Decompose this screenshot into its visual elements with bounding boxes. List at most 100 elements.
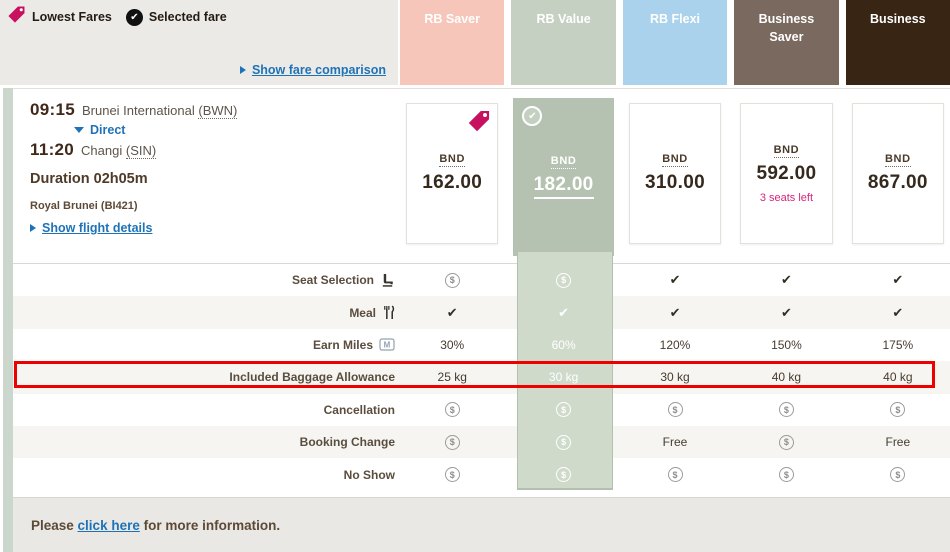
meal-icon xyxy=(382,305,395,320)
left-accent-strip xyxy=(3,88,13,552)
fare-comparison-table: Seat Selection$$✔✔✔Meal✔✔✔✔✔Earn MilesM3… xyxy=(13,263,950,491)
cell-meal-rb-value: ✔ xyxy=(511,296,615,328)
fee-applies-icon: $ xyxy=(556,435,571,450)
cell-value: Free xyxy=(885,435,910,449)
fare-class-header-row: RB SaverRB ValueRB FlexiBusiness SaverBu… xyxy=(400,0,950,85)
cell-included-baggage-allowance-rb-value: 30 kg xyxy=(511,361,615,393)
departure-airport: Brunei International (BWN) xyxy=(82,103,237,118)
cell-no-show-business-saver: $ xyxy=(734,458,838,490)
row-label: No Show xyxy=(344,468,395,482)
table-row-no-show: No Show $ $ $ $ $ xyxy=(13,458,950,490)
show-fare-comparison-link[interactable]: Show fare comparison xyxy=(252,63,386,77)
check-icon: ✔ xyxy=(558,305,569,321)
fare-currency: BND xyxy=(662,153,688,167)
selected-fare-check-icon: ✔ xyxy=(126,9,143,26)
departure-time: 09:15 xyxy=(30,100,75,119)
cell-booking-change-business: Free xyxy=(846,426,950,458)
cell-seat-selection-business: ✔ xyxy=(846,264,950,296)
fee-applies-icon: $ xyxy=(779,435,794,450)
selected-fare-label: Selected fare xyxy=(149,10,227,24)
cell-cancellation-rb-saver: $ xyxy=(400,394,504,426)
row-label: Earn Miles xyxy=(313,338,373,352)
chevron-right-icon xyxy=(30,224,36,232)
table-row-meal: Meal✔✔✔✔✔ xyxy=(13,296,950,328)
cell-booking-change-business-saver: $ xyxy=(734,426,838,458)
fee-applies-icon: $ xyxy=(890,467,905,482)
cell-value: 40 kg xyxy=(883,370,912,384)
legend-header: Lowest Fares ✔ Selected fare Show fare c… xyxy=(0,0,398,85)
cell-meal-rb-flexi: ✔ xyxy=(623,296,727,328)
show-fare-comparison[interactable]: Show fare comparison xyxy=(240,63,386,77)
fee-applies-icon: $ xyxy=(445,273,460,288)
stops-row: Direct xyxy=(74,123,390,137)
cell-value: 30 kg xyxy=(660,370,689,384)
fee-applies-icon: $ xyxy=(668,402,683,417)
row-label-cell: Seat Selection xyxy=(13,273,400,288)
carrier-flight-number: Royal Brunei (BI421) xyxy=(30,200,390,212)
fare-currency: BND xyxy=(551,155,577,169)
svg-text:M: M xyxy=(384,341,391,350)
fare-card-business-saver[interactable]: BND592.003 seats left xyxy=(740,103,832,244)
cell-no-show-rb-value: $ xyxy=(511,458,615,490)
cell-earn-miles-rb-saver: 30% xyxy=(400,329,504,361)
fare-card-row: BND162.00✔BND182.00BND310.00BND592.003 s… xyxy=(400,96,950,252)
show-flight-details[interactable]: Show flight details xyxy=(30,221,390,235)
cell-earn-miles-rb-value: 60% xyxy=(511,329,615,361)
fare-card-business[interactable]: BND867.00 xyxy=(852,103,944,244)
arrival-code: (SIN) xyxy=(126,143,156,159)
fare-card-rb-flexi[interactable]: BND 310.00 xyxy=(629,103,721,244)
fare-class-header-business: Business xyxy=(846,0,950,85)
lowest-fares-label: Lowest Fares xyxy=(32,10,112,24)
cell-earn-miles-rb-flexi: 120% xyxy=(623,329,727,361)
chevron-right-icon xyxy=(240,66,246,74)
row-label-cell: Meal xyxy=(13,305,400,320)
cell-meal-business: ✔ xyxy=(846,296,950,328)
click-here-link[interactable]: click here xyxy=(78,518,140,533)
fare-column-business: BND867.00 xyxy=(846,96,950,252)
row-values: $ $ $ $ $ xyxy=(400,458,950,490)
fare-column-business-saver: BND592.003 seats left xyxy=(734,96,838,252)
fee-applies-icon: $ xyxy=(445,435,460,450)
cell-no-show-rb-saver: $ xyxy=(400,458,504,490)
row-label-cell: No Show xyxy=(13,468,400,482)
fare-price: 310.00 xyxy=(645,172,705,194)
fee-applies-icon: $ xyxy=(668,467,683,482)
selected-check-icon: ✔ xyxy=(522,106,542,126)
table-row-cancellation: Cancellation$$$$$ xyxy=(13,394,950,426)
cell-seat-selection-business-saver: ✔ xyxy=(734,264,838,296)
row-label-cell: Booking Change xyxy=(13,435,400,449)
cell-value: 30 kg xyxy=(549,370,578,384)
row-label-cell: Cancellation xyxy=(13,403,400,417)
row-values: 30%60%120%150%175% xyxy=(400,329,950,361)
fare-card-rb-value[interactable]: ✔BND182.00 xyxy=(513,98,613,256)
fee-applies-icon: $ xyxy=(779,402,794,417)
lowest-fare-tag-icon xyxy=(467,109,491,138)
fee-applies-icon: $ xyxy=(556,467,571,482)
fare-class-header-rb-saver: RB Saver xyxy=(400,0,504,85)
check-icon: ✔ xyxy=(670,305,681,321)
cell-value: 175% xyxy=(882,338,913,352)
fare-class-header-rb-flexi: RB Flexi xyxy=(623,0,727,85)
fee-applies-icon: $ xyxy=(556,273,571,288)
fee-applies-icon: $ xyxy=(890,402,905,417)
cell-seat-selection-rb-value: $ xyxy=(511,264,615,296)
footer-text: Please click here for more information. xyxy=(31,518,280,533)
miles-icon: M xyxy=(379,338,395,351)
seat-icon xyxy=(380,273,395,288)
fare-card-rb-saver[interactable]: BND162.00 xyxy=(406,103,498,244)
check-icon: ✔ xyxy=(892,305,903,321)
cell-booking-change-rb-value: $ xyxy=(511,426,615,458)
check-icon: ✔ xyxy=(781,305,792,321)
fare-class-header-business-saver: Business Saver xyxy=(734,0,838,85)
show-flight-details-link[interactable]: Show flight details xyxy=(42,221,152,235)
fee-applies-icon: $ xyxy=(445,402,460,417)
cell-seat-selection-rb-saver: $ xyxy=(400,264,504,296)
row-values: ✔✔✔✔✔ xyxy=(400,296,950,328)
cell-included-baggage-allowance-business: 40 kg xyxy=(846,361,950,393)
cell-value: 25 kg xyxy=(438,370,467,384)
cell-value: 40 kg xyxy=(772,370,801,384)
row-values: 25 kg 30 kg 30 kg 40 kg 40 kg xyxy=(400,361,950,393)
row-label-cell: Included Baggage Allowance xyxy=(13,370,400,384)
arrow-down-icon xyxy=(74,127,84,133)
check-icon: ✔ xyxy=(781,272,792,288)
